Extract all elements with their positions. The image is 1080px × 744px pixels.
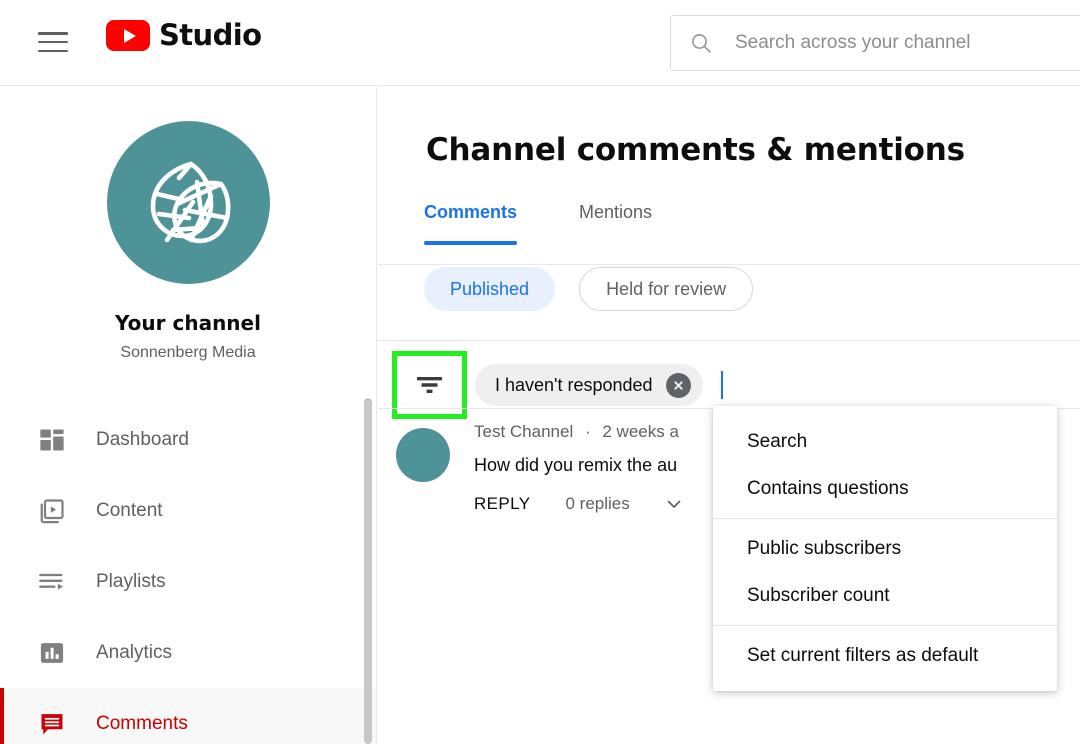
text-cursor xyxy=(720,371,723,399)
hamburger-menu-icon[interactable] xyxy=(38,28,68,56)
filter-dropdown-menu: Search Contains questions Public subscri… xyxy=(713,406,1057,691)
comment-author[interactable]: Test Channel xyxy=(474,422,573,441)
sidebar-item-label: Comments xyxy=(96,712,188,734)
dropdown-group: Set current filters as default xyxy=(713,625,1057,685)
menu-item-label: Set current filters as default xyxy=(747,644,979,666)
hamburger-bar xyxy=(38,40,68,44)
page-title: Channel comments & mentions xyxy=(426,132,965,168)
tab-label: Comments xyxy=(424,202,518,222)
comment-row: Test Channel · 2 weeks a How did you rem… xyxy=(394,422,683,514)
analytics-bars-icon xyxy=(40,642,64,663)
comment-text: How did you remix the au xyxy=(474,455,678,475)
tab-mentions[interactable]: Mentions xyxy=(579,202,652,245)
brand-label: Studio xyxy=(159,18,262,52)
sidebar-item-label: Playlists xyxy=(96,570,166,592)
channel-summary[interactable]: Your channel Sonnenberg Media xyxy=(0,87,376,362)
dropdown-group: Public subscribers Subscriber count xyxy=(713,518,1057,625)
chip-label: Held for review xyxy=(606,278,727,299)
sidebar-nav: Dashboard Content Playlists Analytics Co… xyxy=(0,404,376,744)
status-filter-chips: Published Held for review xyxy=(424,267,1080,311)
channel-avatar-leaf-icon xyxy=(106,121,270,284)
chip-label: Published xyxy=(450,278,530,299)
tab-comments[interactable]: Comments xyxy=(424,202,518,245)
play-triangle-icon xyxy=(123,28,136,43)
sidebar-item-analytics[interactable]: Analytics xyxy=(0,617,376,688)
sidebar-item-comments[interactable]: Comments xyxy=(0,688,376,744)
chip-published[interactable]: Published xyxy=(424,267,556,311)
comment-timestamp: 2 weeks a xyxy=(602,422,679,441)
menu-item-label: Search xyxy=(747,430,808,452)
playlists-icon xyxy=(39,573,64,590)
tab-label: Mentions xyxy=(579,202,653,222)
comments-bubble-icon xyxy=(41,713,63,734)
sidebar-item-label: Dashboard xyxy=(96,428,189,450)
close-circle-icon[interactable] xyxy=(665,372,691,398)
hamburger-bar xyxy=(38,32,68,35)
sidebar-item-content[interactable]: Content xyxy=(0,475,376,546)
search-icon xyxy=(692,34,711,53)
dashboard-icon xyxy=(40,429,64,450)
search-bar[interactable] xyxy=(670,15,1080,71)
menu-item-label: Subscriber count xyxy=(747,584,890,606)
filter-icon xyxy=(417,377,442,393)
content-tabs: Comments Mentions xyxy=(424,202,1080,245)
tabs-divider xyxy=(378,264,1080,265)
comment-meta: Test Channel · 2 weeks a xyxy=(474,422,683,442)
active-filter-label: I haven't responded xyxy=(495,374,653,395)
top-header-bar: Studio xyxy=(0,0,1080,86)
menu-item-subscriber-count[interactable]: Subscriber count xyxy=(713,572,1057,619)
search-input[interactable] xyxy=(735,32,1080,54)
meta-separator: · xyxy=(584,422,591,441)
menu-item-public-subscribers[interactable]: Public subscribers xyxy=(713,525,1057,572)
left-sidebar: Your channel Sonnenberg Media Dashboard xyxy=(0,87,377,744)
sidebar-item-label: Content xyxy=(96,499,163,521)
chevron-down-icon[interactable] xyxy=(665,495,683,513)
dropdown-group: Search Contains questions xyxy=(713,412,1057,518)
sidebar-item-dashboard[interactable]: Dashboard xyxy=(0,404,376,475)
chip-held-for-review[interactable]: Held for review xyxy=(579,267,754,311)
commenter-avatar xyxy=(396,428,450,482)
content-video-icon xyxy=(40,498,64,523)
menu-item-label: Public subscribers xyxy=(747,537,902,559)
hamburger-bar xyxy=(38,49,68,52)
sidebar-item-playlists[interactable]: Playlists xyxy=(0,546,376,617)
reply-button[interactable]: REPLY xyxy=(474,494,531,514)
channel-name: Sonnenberg Media xyxy=(120,344,256,361)
leaf-logo-icon xyxy=(150,161,231,243)
menu-item-set-default-filters[interactable]: Set current filters as default xyxy=(713,632,1057,679)
sidebar-item-label: Analytics xyxy=(96,641,173,663)
active-filter-chip[interactable]: I haven't responded xyxy=(475,364,703,406)
comment-actions: REPLY 0 replies xyxy=(474,494,683,514)
menu-item-label: Contains questions xyxy=(747,477,909,499)
menu-item-contains-questions[interactable]: Contains questions xyxy=(713,465,1057,512)
close-icon xyxy=(673,380,683,390)
menu-item-search[interactable]: Search xyxy=(713,418,1057,465)
youtube-logo-icon xyxy=(106,20,150,51)
sidebar-scrollbar[interactable] xyxy=(364,398,372,744)
replies-count: 0 replies xyxy=(565,494,630,513)
youtube-studio-logo[interactable]: Studio xyxy=(106,18,262,52)
comment-body: Test Channel · 2 weeks a How did you rem… xyxy=(474,422,683,514)
youtube-studio-window: Studio Search across your channel Your c… xyxy=(0,0,1080,744)
channel-title: Your channel xyxy=(115,311,261,335)
